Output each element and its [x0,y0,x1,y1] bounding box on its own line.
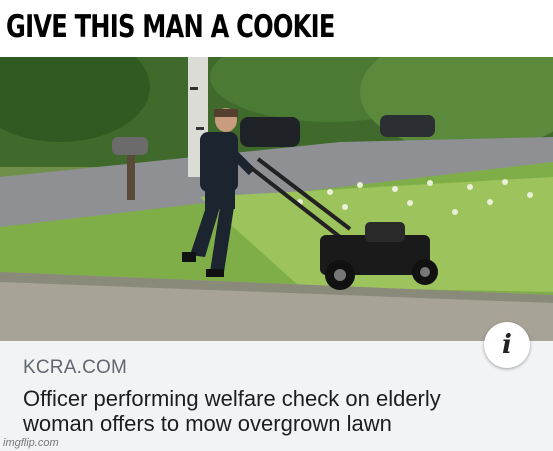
news-photo[interactable] [0,57,553,341]
officer-mowing-lawn-photo [0,57,553,341]
link-headline[interactable]: Officer performing welfare check on elde… [23,386,543,436]
headline-line-1: Officer performing welfare check on elde… [23,386,441,411]
info-icon[interactable]: i [484,322,530,368]
imgflip-watermark: imgflip.com [3,437,59,449]
info-glyph: i [502,330,512,360]
headline-line-2: woman offers to mow overgrown lawn [23,411,392,436]
meme-caption: GIVE THIS MAN A COOKIE [6,9,335,45]
link-source-domain[interactable]: KCRA.COM [23,357,127,379]
